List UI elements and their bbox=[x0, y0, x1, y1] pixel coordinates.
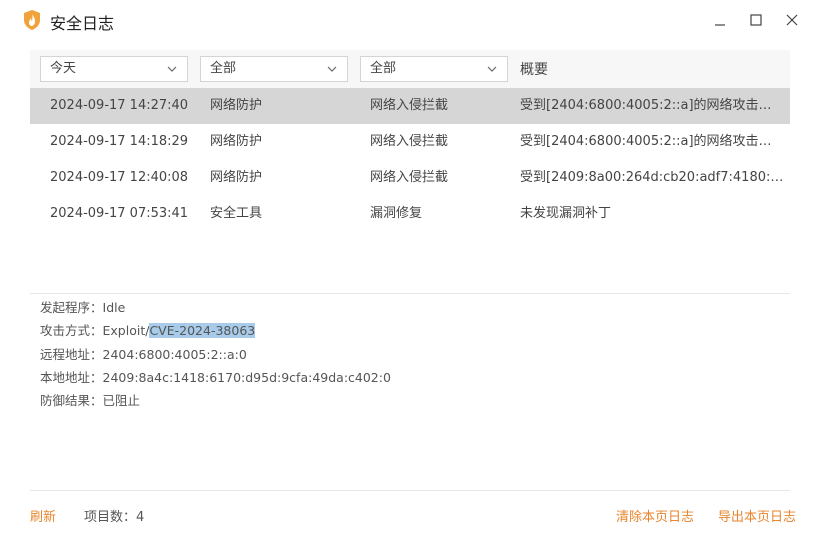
detail-value: 2409:8a4c:1418:6170:d95d:9cfa:49da:c402:… bbox=[102, 369, 391, 385]
row-summary: 受到[2404:6800:4005:2::a]的网络攻击，已阻止 bbox=[520, 134, 784, 149]
detail-process: 发起程序：Idle bbox=[40, 298, 391, 321]
time-filter-dropdown[interactable]: 今天 bbox=[40, 56, 188, 82]
chevron-down-icon bbox=[167, 66, 177, 72]
filter-header: 今天 全部 全部 概要 bbox=[30, 50, 790, 88]
maximize-button[interactable] bbox=[744, 8, 768, 32]
type-filter-dropdown[interactable]: 全部 bbox=[200, 56, 348, 82]
detail-value: Idle bbox=[102, 300, 126, 315]
close-button[interactable] bbox=[780, 8, 804, 32]
row-summary: 受到[2409:8a00:264d:cb20:adf7:4180:97a4:f8… bbox=[520, 170, 784, 185]
cve-selected-text[interactable]: CVE-2024-38063 bbox=[149, 323, 256, 339]
row-type: 网络防护 bbox=[210, 170, 263, 185]
row-subtype: 网络入侵拦截 bbox=[370, 170, 449, 185]
table-row[interactable]: 2024-09-17 14:18:29 网络防护 网络入侵拦截 受到[2404:… bbox=[30, 124, 790, 160]
footer-bar: 刷新 项目数：4 清除本页日志 导出本页日志 bbox=[0, 500, 820, 530]
detail-pane: 发起程序：Idle 攻击方式：Exploit/CVE-2024-38063 远程… bbox=[40, 298, 391, 414]
detail-value: 已阻止 bbox=[102, 393, 141, 409]
chevron-down-icon bbox=[487, 66, 497, 72]
maximize-icon bbox=[750, 14, 762, 26]
detail-label: 本地地址： bbox=[40, 369, 103, 385]
row-time: 2024-09-17 14:27:40 bbox=[50, 98, 189, 113]
type-filter-value: 全部 bbox=[210, 61, 237, 76]
row-time: 2024-09-17 14:18:29 bbox=[50, 134, 189, 149]
row-summary: 未发现漏洞补丁 bbox=[520, 206, 612, 221]
detail-remote: 远程地址：2404:6800:4005:2::a:0 bbox=[40, 345, 391, 368]
detail-value: 2404:6800:4005:2::a:0 bbox=[102, 346, 247, 362]
row-subtype: 网络入侵拦截 bbox=[370, 134, 449, 149]
table-row[interactable]: 2024-09-17 12:40:08 网络防护 网络入侵拦截 受到[2409:… bbox=[30, 160, 790, 196]
detail-attack: 攻击方式：Exploit/CVE-2024-38063 bbox=[40, 321, 391, 344]
subtype-filter-value: 全部 bbox=[370, 61, 397, 76]
minimize-icon bbox=[715, 24, 725, 26]
detail-label: 防御结果： bbox=[40, 393, 103, 409]
item-count-value: 4 bbox=[136, 510, 145, 525]
shield-flame-icon bbox=[24, 10, 40, 30]
row-subtype: 网络入侵拦截 bbox=[370, 98, 449, 113]
chevron-down-icon bbox=[327, 66, 337, 72]
time-filter-value: 今天 bbox=[50, 61, 77, 76]
table-row[interactable]: 2024-09-17 07:53:41 安全工具 漏洞修复 未发现漏洞补丁 bbox=[30, 196, 790, 232]
window-title: 安全日志 bbox=[50, 14, 115, 33]
row-time: 2024-09-17 12:40:08 bbox=[50, 170, 189, 185]
row-subtype: 漏洞修复 bbox=[370, 206, 423, 221]
divider bbox=[30, 293, 790, 294]
row-time: 2024-09-17 07:53:41 bbox=[50, 206, 189, 221]
log-list: 今天 全部 全部 概要 2024-09-17 14:27:40 网络防护 网络入… bbox=[30, 50, 790, 232]
detail-label: 发起程序： bbox=[40, 300, 103, 315]
row-type: 安全工具 bbox=[210, 206, 263, 221]
clear-page-log-link[interactable]: 清除本页日志 bbox=[616, 506, 694, 525]
summary-column-header: 概要 bbox=[520, 62, 548, 78]
title-bar: 安全日志 bbox=[0, 0, 820, 40]
detail-label: 远程地址： bbox=[40, 346, 103, 362]
detail-value: Exploit/ bbox=[102, 323, 150, 339]
detail-result: 防御结果：已阻止 bbox=[40, 391, 391, 414]
row-summary: 受到[2404:6800:4005:2::a]的网络攻击，已阻止 bbox=[520, 98, 784, 113]
subtype-filter-dropdown[interactable]: 全部 bbox=[360, 56, 508, 82]
close-icon bbox=[786, 14, 798, 26]
table-row[interactable]: 2024-09-17 14:27:40 网络防护 网络入侵拦截 受到[2404:… bbox=[30, 88, 790, 124]
detail-local: 本地地址：2409:8a4c:1418:6170:d95d:9cfa:49da:… bbox=[40, 368, 391, 391]
item-count-label: 项目数： bbox=[84, 510, 137, 525]
minimize-button[interactable] bbox=[708, 8, 732, 32]
row-type: 网络防护 bbox=[210, 98, 263, 113]
row-type: 网络防护 bbox=[210, 134, 263, 149]
divider bbox=[30, 490, 790, 491]
export-page-log-link[interactable]: 导出本页日志 bbox=[718, 506, 796, 525]
item-count: 项目数：4 bbox=[84, 506, 144, 525]
detail-label: 攻击方式： bbox=[40, 323, 103, 339]
refresh-link[interactable]: 刷新 bbox=[30, 506, 56, 525]
